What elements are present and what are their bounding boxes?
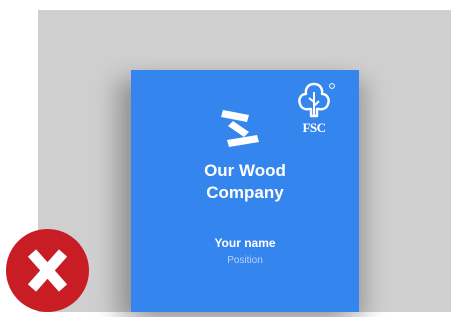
company-name: Our Wood Company [131,160,359,204]
fsc-tree-icon [298,82,335,118]
incorrect-badge [6,229,89,312]
person-position: Position [227,255,263,266]
fsc-logo: FSC [291,80,337,138]
x-mark-icon [27,249,68,292]
fsc-label: FSC [302,120,326,135]
company-name-line1: Our Wood [204,161,286,180]
company-logo-icon [221,110,259,147]
business-card: FSC Our Wood Company Your name Position [131,70,359,312]
person-name: Your name [214,236,276,250]
company-name-line2: Company [206,183,284,202]
